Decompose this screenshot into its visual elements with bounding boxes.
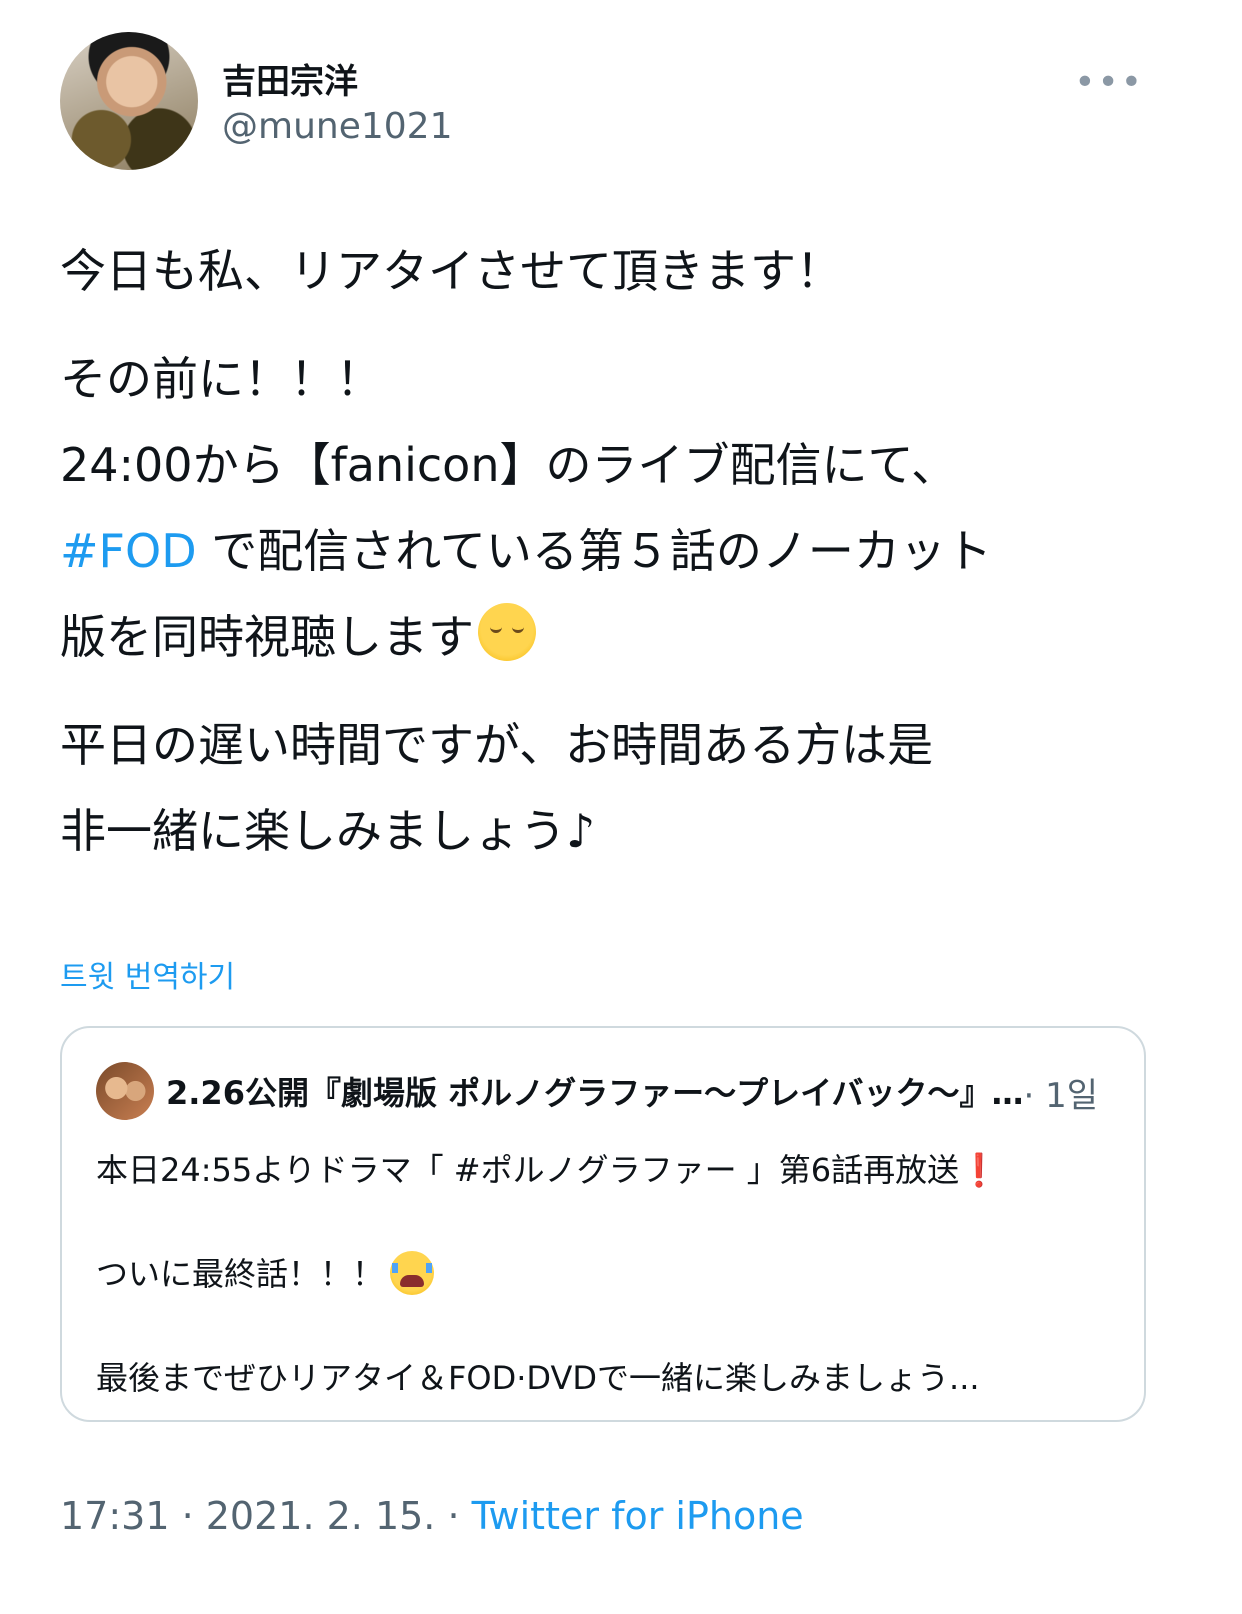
tweet-line: #FOD で配信されている第５話のノーカット <box>60 508 1170 594</box>
quoted-line-text: 本日24:55よりドラマ「 #ポルノグラファー 」第6話再放送 <box>96 1151 960 1189</box>
author-handle[interactable]: @mune1021 <box>222 106 452 147</box>
tweet-line-text: 版を同時視聴します <box>60 610 474 664</box>
quoted-line: 本日24:55よりドラマ「 #ポルノグラファー 」第6話再放送❗ <box>96 1144 1106 1196</box>
tweet-line: 平日の遅い時間ですが、お時間ある方は是 <box>60 718 934 772</box>
quoted-tweet-time: · 1일 <box>1023 1076 1098 1116</box>
hashtag-link[interactable]: #FOD <box>60 524 197 578</box>
more-options-icon[interactable]: ••• <box>1074 62 1144 103</box>
quoted-line-text: ついに最終話！！！ <box>96 1255 385 1293</box>
quoted-author-name: 2.26公開『劇場版 ポルノグラファー～プレイバック～』公式 <box>166 1074 1036 1112</box>
tweet-line: その前に！！！ <box>60 352 382 406</box>
tweet-line: 今日も私、リアタイさせて頂きます！ <box>60 244 842 298</box>
tweet-line-text: で配信されている第５話のノーカット <box>196 524 992 578</box>
quoted-author-avatar <box>96 1062 154 1120</box>
tweet-source-link[interactable]: Twitter for iPhone <box>472 1494 804 1538</box>
author-avatar[interactable] <box>60 32 198 170</box>
quoted-line: 最後までぜひリアタイ＆FOD·DVDで一緒に楽しみましょう... <box>96 1359 980 1397</box>
tweet-header: 吉田宗洋 @mune1021 ••• <box>60 32 1150 172</box>
crying-face-emoji-icon <box>390 1251 435 1295</box>
smiling-face-emoji-icon <box>478 603 536 661</box>
quoted-line: ついに最終話！！！ <box>96 1248 1106 1300</box>
tweet-line: 非一緒に楽しみましょう♪ <box>60 804 596 858</box>
tweet-line: 版を同時視聴します <box>60 594 1170 680</box>
tweet-footer: 17:31 · 2021. 2. 15. · Twitter for iPhon… <box>60 1494 804 1538</box>
exclamation-icon: ❗ <box>959 1151 999 1189</box>
quoted-tweet-card[interactable]: 2.26公開『劇場版 ポルノグラファー～プレイバック～』公式 · 1일 本日24… <box>60 1026 1146 1422</box>
tweet-line: 24:00から【fanicon】のライブ配信にて、 <box>60 438 958 492</box>
author-name[interactable]: 吉田宗洋 <box>222 54 358 103</box>
translate-tweet-link[interactable]: 트윗 번역하기 <box>60 952 235 996</box>
tweet-text: 今日も私、リアタイさせて頂きます！ その前に！！！ 24:00から【fanico… <box>60 228 1170 874</box>
quoted-tweet-body: 本日24:55よりドラマ「 #ポルノグラファー 」第6話再放送❗ ついに最終話！… <box>96 1144 1106 1404</box>
tweet-timestamp[interactable]: 17:31 · 2021. 2. 15. · <box>60 1494 472 1538</box>
